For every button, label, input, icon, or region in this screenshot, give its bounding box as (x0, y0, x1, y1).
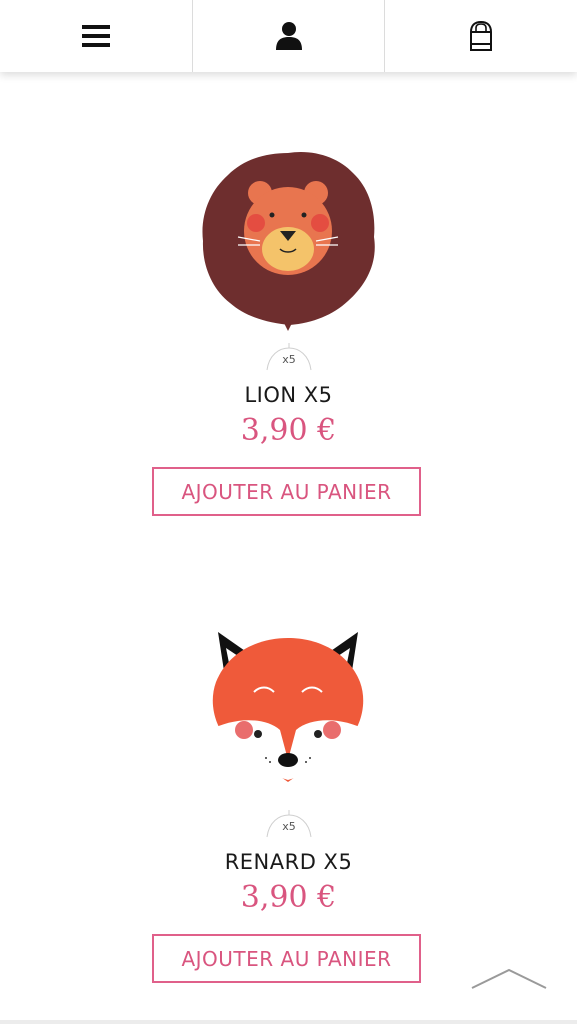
menu-button[interactable] (0, 0, 193, 72)
quantity-label: x5 (282, 820, 296, 833)
quantity-label: x5 (282, 353, 296, 366)
scroll-to-top-button[interactable] (470, 966, 548, 992)
hamburger-menu-icon (81, 25, 110, 47)
user-icon (275, 22, 302, 50)
product-name[interactable]: RENARD X5 (0, 850, 577, 874)
shopping-bag-icon (470, 20, 493, 51)
product-price: 3,90 € (240, 413, 337, 448)
product-price: 3,90 € (240, 880, 337, 915)
product-card: x5 LION X5 3,90 € AJOUTER AU PANIER (0, 145, 577, 565)
add-to-cart-button[interactable]: AJOUTER AU PANIER (152, 467, 421, 516)
product-name[interactable]: LION X5 (0, 383, 577, 407)
top-navigation (0, 0, 577, 72)
account-button[interactable] (193, 0, 386, 72)
cart-button[interactable] (385, 0, 577, 72)
add-to-cart-button[interactable]: AJOUTER AU PANIER (152, 934, 421, 983)
product-image[interactable] (188, 612, 388, 802)
quantity-badge: x5 (263, 810, 315, 838)
chevron-up-icon (471, 968, 547, 989)
quantity-badge: x5 (263, 343, 315, 371)
bottom-divider (0, 1020, 577, 1024)
product-image[interactable] (188, 145, 388, 335)
